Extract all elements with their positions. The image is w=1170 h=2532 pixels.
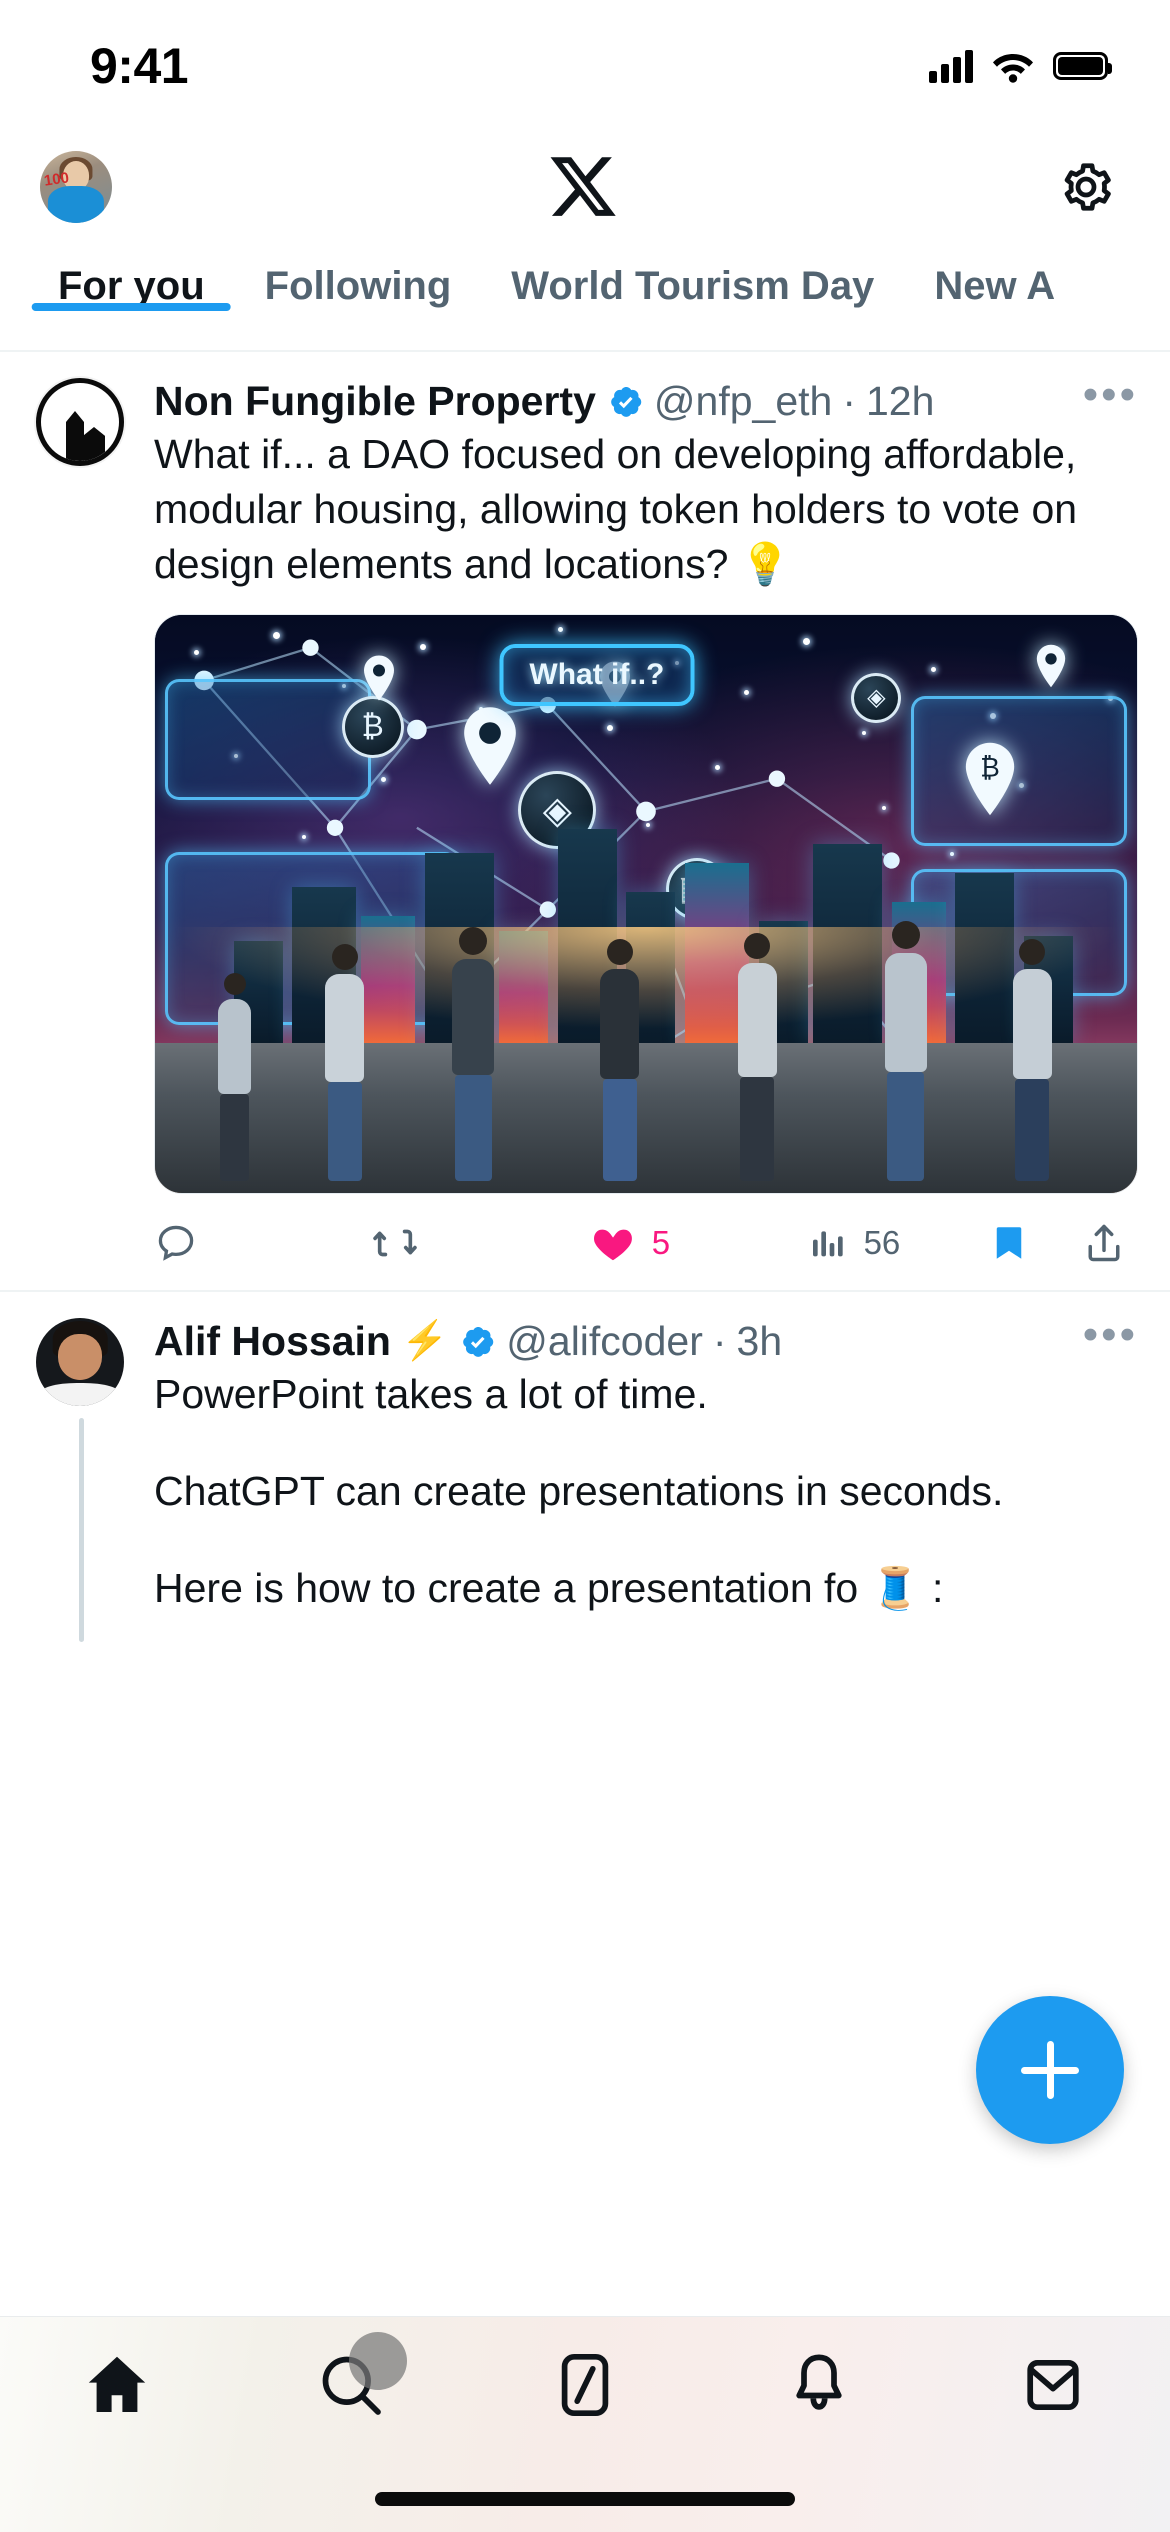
avatar-tower-right <box>83 427 105 461</box>
nav-home[interactable] <box>0 2339 234 2431</box>
avatar-face <box>58 1333 102 1380</box>
retweet-icon <box>373 1229 417 1257</box>
wifi-icon <box>993 54 1033 83</box>
tab-new-a[interactable]: New A <box>904 242 1085 309</box>
gear-icon <box>1064 163 1111 211</box>
tweet-header: Non Fungible Property @nfp_eth · 12h ••• <box>154 373 1138 425</box>
separator: · <box>712 1317 727 1364</box>
media-person <box>737 932 777 1182</box>
home-icon <box>88 2356 146 2412</box>
thread-connector-line <box>79 1417 84 1642</box>
settings-button[interactable] <box>1054 155 1118 219</box>
handle[interactable]: @nfp_eth <box>654 378 832 425</box>
views-button[interactable]: 56 <box>808 1223 942 1263</box>
compose-button[interactable] <box>976 1996 1124 2144</box>
home-indicator <box>375 2492 795 2506</box>
avatar-tower-left <box>66 411 84 461</box>
tweet-header: Alif Hossain ⚡ @alifcoder · 3h ••• <box>154 1312 1138 1365</box>
display-name[interactable]: Alif Hossain <box>154 1318 391 1365</box>
timestamp: 12h <box>865 378 935 424</box>
tweet-item[interactable]: Alif Hossain ⚡ @alifcoder · 3h ••• Power… <box>0 1292 1170 1642</box>
media-location-pin-large <box>464 707 517 786</box>
status-indicators <box>929 49 1112 83</box>
tweet-avatar-column <box>36 1317 132 1642</box>
nav-notifications[interactable] <box>702 2339 936 2431</box>
avatar[interactable] <box>36 1317 124 1406</box>
avatar-shirt <box>39 1383 121 1406</box>
media-ground <box>155 1042 1137 1193</box>
nav-grok[interactable] <box>468 2339 702 2431</box>
name-emoji: ⚡ <box>400 1319 449 1362</box>
display-name[interactable]: Non Fungible Property <box>154 378 596 425</box>
status-bar: 9:41 <box>0 0 1170 132</box>
analytics-icon <box>812 1231 843 1257</box>
tweet-content: Non Fungible Property @nfp_eth · 12h •••… <box>132 373 1138 1290</box>
media-glow-floor <box>155 927 1137 1055</box>
media-person <box>325 944 365 1182</box>
more-options-button[interactable]: ••• <box>1083 1312 1138 1358</box>
media-panel-top-left <box>164 678 372 800</box>
tab-following[interactable]: Following <box>235 242 482 309</box>
feed-tabs: For you Following World Tourism Day New … <box>0 242 1170 352</box>
heart-icon <box>593 1229 632 1261</box>
tweet-avatar-column <box>36 378 132 1290</box>
bookmark-icon[interactable] <box>988 1222 1030 1264</box>
avatar-body <box>47 185 105 223</box>
tweet-text: PowerPoint takes a lot of time. ChatGPT … <box>154 1367 1138 1616</box>
signal-icon <box>929 49 973 83</box>
media-bitcoin-coin: ₿ <box>341 695 404 758</box>
tweet-actions: 5 56 <box>154 1194 1138 1290</box>
status-time: 9:41 <box>90 38 189 94</box>
battery-icon <box>1053 52 1112 80</box>
more-options-button[interactable]: ••• <box>1083 373 1138 418</box>
svg-text:₿: ₿ <box>980 753 1000 783</box>
touch-indicator <box>349 2332 407 2390</box>
comment-icon <box>158 1225 194 1261</box>
share-icon[interactable] <box>1082 1221 1126 1265</box>
reply-button[interactable] <box>154 1221 372 1265</box>
media-location-pin-right <box>1037 644 1066 688</box>
mail-icon <box>1027 2359 1079 2411</box>
view-count: 56 <box>863 1223 901 1261</box>
tweet-text: What if... a DAO focused on developing a… <box>154 431 1078 588</box>
separator: · <box>842 378 856 424</box>
x-logo <box>550 157 616 216</box>
tweet-paragraph: ChatGPT can create presentations in seco… <box>154 1468 1004 1515</box>
grok-icon <box>561 2353 609 2417</box>
profile-avatar[interactable]: 100 <box>40 151 112 223</box>
avatar[interactable] <box>36 378 124 466</box>
tweet-media-image[interactable]: ₿ ◈ ◈ 🏢 ₿ What if..? <box>154 613 1138 1194</box>
timestamp: 3h <box>736 1317 783 1364</box>
tab-world-tourism-day[interactable]: World Tourism Day <box>481 242 904 309</box>
tweet-content: Alif Hossain ⚡ @alifcoder · 3h ••• Power… <box>132 1312 1138 1616</box>
like-count: 5 <box>651 1223 671 1261</box>
tab-for-you[interactable]: For you <box>28 242 235 309</box>
bell-icon <box>796 2354 842 2410</box>
verified-badge-icon <box>463 1326 494 1357</box>
media-person <box>1012 938 1052 1182</box>
like-button[interactable]: 5 <box>590 1220 808 1266</box>
tweet-paragraph: PowerPoint takes a lot of time. <box>154 1371 708 1418</box>
media-person <box>452 927 495 1182</box>
bookmark-share-group <box>942 1221 1126 1265</box>
verified-badge-icon <box>611 386 642 417</box>
handle[interactable]: @alifcoder <box>506 1318 703 1365</box>
nav-messages[interactable] <box>936 2339 1170 2431</box>
tweet-paragraph: Here is how to create a presentation fo … <box>154 1564 944 1611</box>
media-person <box>600 938 640 1182</box>
media-what-if-badge: What if..? <box>499 643 695 706</box>
media-person <box>884 921 927 1182</box>
tab-list[interactable]: For you Following World Tourism Day New … <box>0 242 1170 350</box>
app-header: 100 <box>0 132 1170 242</box>
retweet-button[interactable] <box>372 1220 590 1266</box>
media-person <box>218 973 252 1182</box>
tweet-item[interactable]: Non Fungible Property @nfp_eth · 12h •••… <box>0 352 1170 1292</box>
media-location-pin-small <box>364 655 395 701</box>
media-ethereum-coin-small: ◈ <box>851 672 902 723</box>
